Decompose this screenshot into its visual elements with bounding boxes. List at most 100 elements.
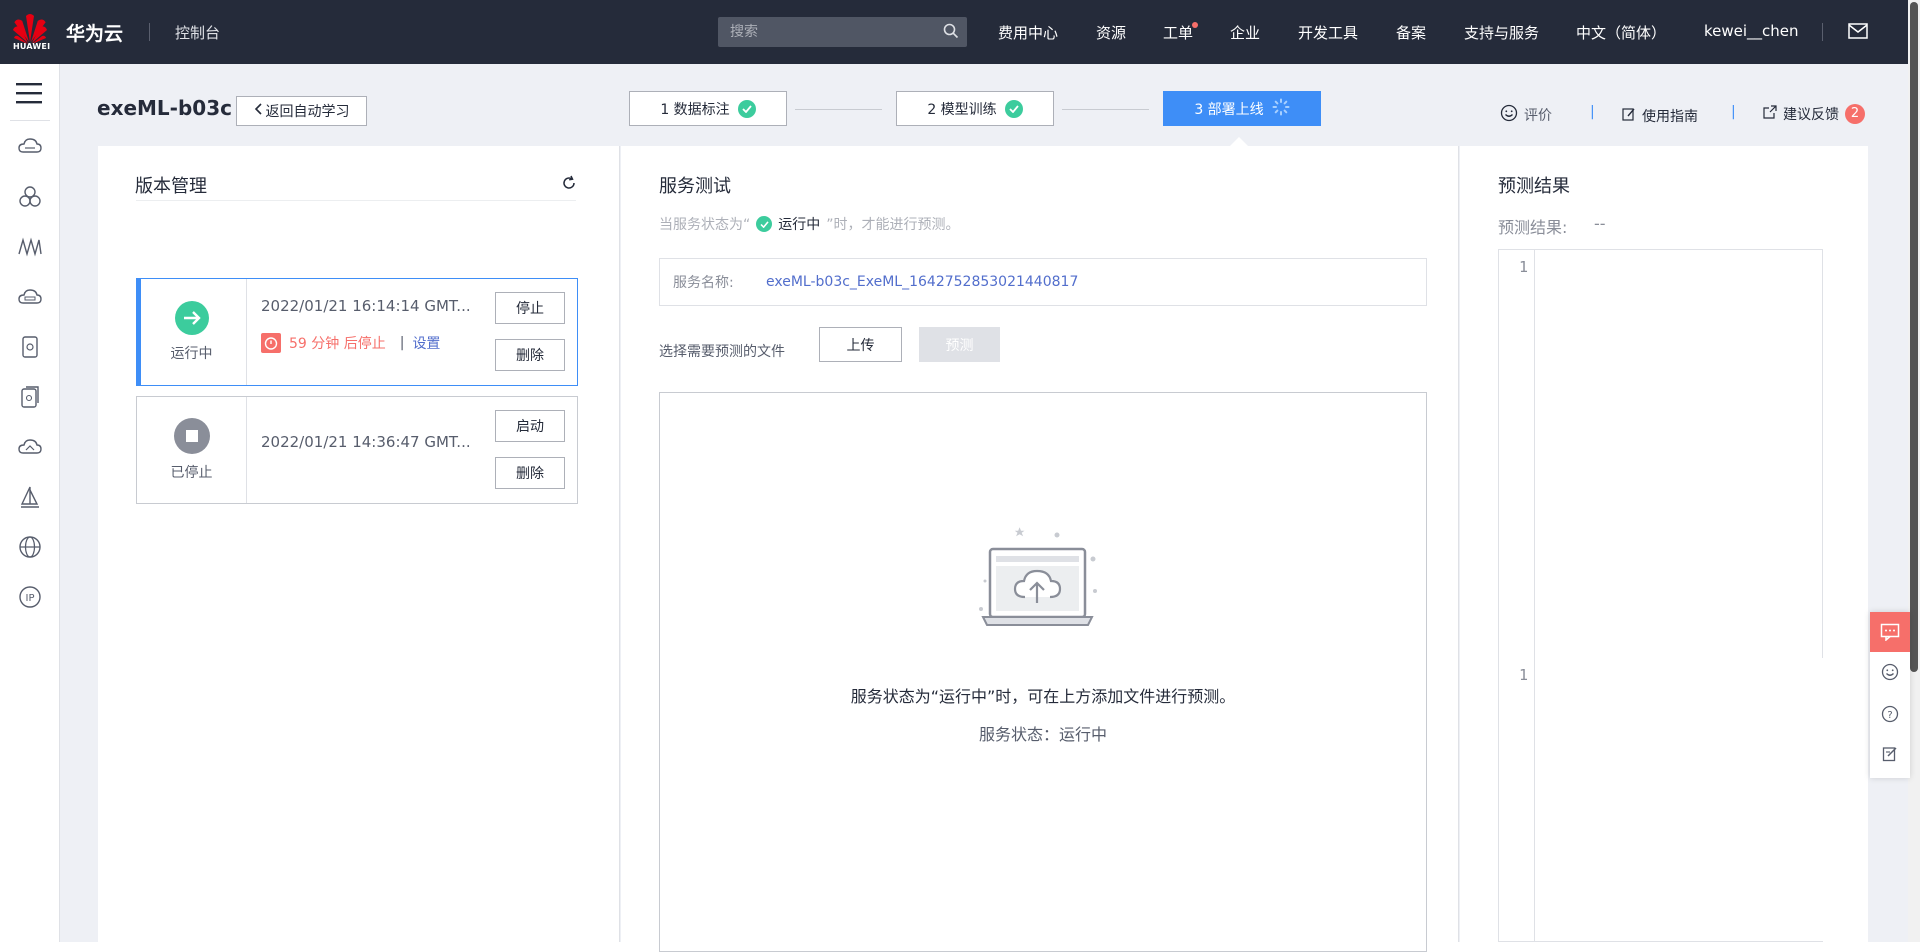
file-select-label: 选择需要预测的文件 xyxy=(659,344,785,360)
console-link[interactable]: 控制台 xyxy=(175,22,220,43)
nav-filing[interactable]: 备案 xyxy=(1396,22,1426,43)
search-input[interactable] xyxy=(718,17,928,47)
drop-hint-text: 服务状态为“运行中”时，可在上方添加文件进行预测。 xyxy=(850,687,1236,706)
ip-icon[interactable]: IP xyxy=(17,584,43,610)
sail-icon[interactable] xyxy=(17,484,43,510)
mail-icon[interactable] xyxy=(1848,23,1868,43)
stop-countdown: 59 分钟 后停止 | 设置 xyxy=(261,333,440,353)
service-sidebar: IP xyxy=(0,64,60,942)
check-icon xyxy=(1004,99,1023,118)
stop-circle-icon xyxy=(173,418,210,454)
service-test-panel: 服务测试 当服务状态为“ 运行中 ”时，才能进行预测。 服务名称: exeML-… xyxy=(621,146,1459,952)
service-name-value: exeML-b03c_ExeML_1642752853021440817 xyxy=(766,274,1079,290)
prediction-editor[interactable]: 1 xyxy=(1498,249,1823,658)
divider xyxy=(10,120,50,121)
nav-username[interactable]: kewei__chen xyxy=(1704,22,1799,40)
notification-dot xyxy=(1192,22,1199,28)
step-label: 1 数据标注 xyxy=(660,101,730,118)
hint-suffix: ”时，才能进行预测。 xyxy=(826,217,960,233)
result-editor[interactable]: 1 xyxy=(1498,658,1823,942)
nav-language[interactable]: 中文（简体） xyxy=(1576,22,1666,43)
line-number: 1 xyxy=(1518,666,1528,684)
hint-prefix: 当服务状态为“ xyxy=(659,217,751,233)
divider xyxy=(1822,23,1823,41)
check-icon xyxy=(756,216,773,232)
hamburger-menu-icon[interactable] xyxy=(16,82,42,108)
step-data-labeling[interactable]: 1 数据标注 xyxy=(629,91,787,126)
settings-link[interactable]: 设置 xyxy=(412,333,440,353)
back-to-automl-button[interactable]: 返回自动学习 xyxy=(236,96,367,126)
panel-title: 预测结果 xyxy=(1498,176,1570,197)
brand-name[interactable]: 华为云 xyxy=(66,19,123,46)
help-icon[interactable]: ? xyxy=(1870,694,1910,734)
cloud-server-icon[interactable] xyxy=(17,134,43,160)
cloud-monitor-icon[interactable] xyxy=(17,434,43,460)
svg-text:IP: IP xyxy=(26,593,35,604)
cluster-icon[interactable] xyxy=(17,184,43,210)
version-timestamp: 2022/01/21 16:14:14 GMT... xyxy=(261,297,471,315)
nav-billing[interactable]: 费用中心 xyxy=(998,22,1058,43)
version-timestamp: 2022/01/21 14:36:47 GMT... xyxy=(261,433,471,451)
refresh-icon[interactable] xyxy=(561,175,577,195)
globe-icon[interactable] xyxy=(17,534,43,560)
version-management-panel: 版本管理 运行中 2022/01/21 16:14:14 GMT... 59 分… xyxy=(98,146,620,942)
cloud-storage-icon[interactable] xyxy=(17,284,43,310)
scrollbar-thumb[interactable] xyxy=(1910,2,1918,672)
nav-support[interactable]: 支持与服务 xyxy=(1464,22,1539,43)
feedback-link[interactable]: 建议反馈 2 xyxy=(1763,104,1865,124)
loading-spinner-icon xyxy=(1272,98,1290,120)
divider xyxy=(149,23,150,41)
feedback-label: 建议反馈 xyxy=(1783,107,1839,123)
line-gutter: 1 xyxy=(1499,658,1535,941)
line-gutter: 1 xyxy=(1499,250,1535,658)
edit-doc-icon xyxy=(1622,107,1636,125)
check-icon xyxy=(737,99,756,118)
logo-text: HUAWEI xyxy=(13,42,51,51)
version-card-stopped[interactable]: 已停止 2022/01/21 14:36:47 GMT... 启动 删除 xyxy=(136,396,578,504)
hint-status: 运行中 xyxy=(778,217,821,233)
network-icon[interactable] xyxy=(17,234,43,260)
delete-button[interactable]: 删除 xyxy=(495,339,565,371)
user-guide-link[interactable]: 使用指南 xyxy=(1622,106,1698,126)
stop-button[interactable]: 停止 xyxy=(495,292,565,324)
step-connector xyxy=(1062,109,1149,110)
version-card-running[interactable]: 运行中 2022/01/21 16:14:14 GMT... 59 分钟 后停止… xyxy=(136,278,578,386)
upload-button[interactable]: 上传 xyxy=(819,327,902,362)
page-scrollbar[interactable] xyxy=(1908,0,1920,942)
drop-status-text: 服务状态：运行中 xyxy=(978,725,1107,744)
chat-icon[interactable] xyxy=(1870,612,1910,652)
smile-icon xyxy=(1500,104,1518,126)
file-drop-area[interactable]: 服务状态为“运行中”时，可在上方添加文件进行预测。 服务状态：运行中 xyxy=(659,392,1427,952)
delete-button[interactable]: 删除 xyxy=(495,457,565,489)
rate-link[interactable]: 评价 xyxy=(1500,104,1552,126)
smile-feedback-icon[interactable] xyxy=(1870,652,1910,692)
main-content: exeML-b03c 返回自动学习 1 数据标注 2 模型训练 3 部署上线 评… xyxy=(60,64,1908,952)
top-navbar: HUAWEI 华为云 控制台 费用中心 资源 工单 企业 开发工具 备案 支持与… xyxy=(0,0,1908,64)
arrow-right-circle-icon xyxy=(174,301,209,335)
search-box xyxy=(718,17,967,47)
nav-resources[interactable]: 资源 xyxy=(1096,22,1126,43)
disk-icon[interactable] xyxy=(17,334,43,360)
countdown-text: 59 分钟 后停止 xyxy=(289,336,386,352)
divider xyxy=(136,200,576,201)
predict-button[interactable]: 预测 xyxy=(919,327,1000,362)
nav-tickets-label: 工单 xyxy=(1163,24,1194,42)
step-deploy[interactable]: 3 部署上线 xyxy=(1163,91,1321,126)
search-icon[interactable] xyxy=(943,23,959,43)
nav-dev-tools[interactable]: 开发工具 xyxy=(1298,22,1358,43)
version-status: 运行中 xyxy=(137,279,247,385)
active-step-indicator xyxy=(1230,137,1248,146)
timer-icon xyxy=(261,333,281,353)
floating-toolbar: ? xyxy=(1870,612,1910,778)
edit-note-icon[interactable] xyxy=(1870,734,1910,774)
nav-enterprise[interactable]: 企业 xyxy=(1230,22,1260,43)
chevron-left-icon xyxy=(254,103,262,119)
backup-icon[interactable] xyxy=(17,384,43,410)
divider: | xyxy=(1731,104,1736,120)
nav-tickets[interactable]: 工单 xyxy=(1163,22,1199,43)
service-hint: 当服务状态为“ 运行中 ”时，才能进行预测。 xyxy=(659,214,960,234)
cloud-upload-laptop-icon xyxy=(965,523,1115,647)
service-name-label: 服务名称: xyxy=(673,275,734,291)
step-model-training[interactable]: 2 模型训练 xyxy=(896,91,1054,126)
start-button[interactable]: 启动 xyxy=(495,410,565,442)
